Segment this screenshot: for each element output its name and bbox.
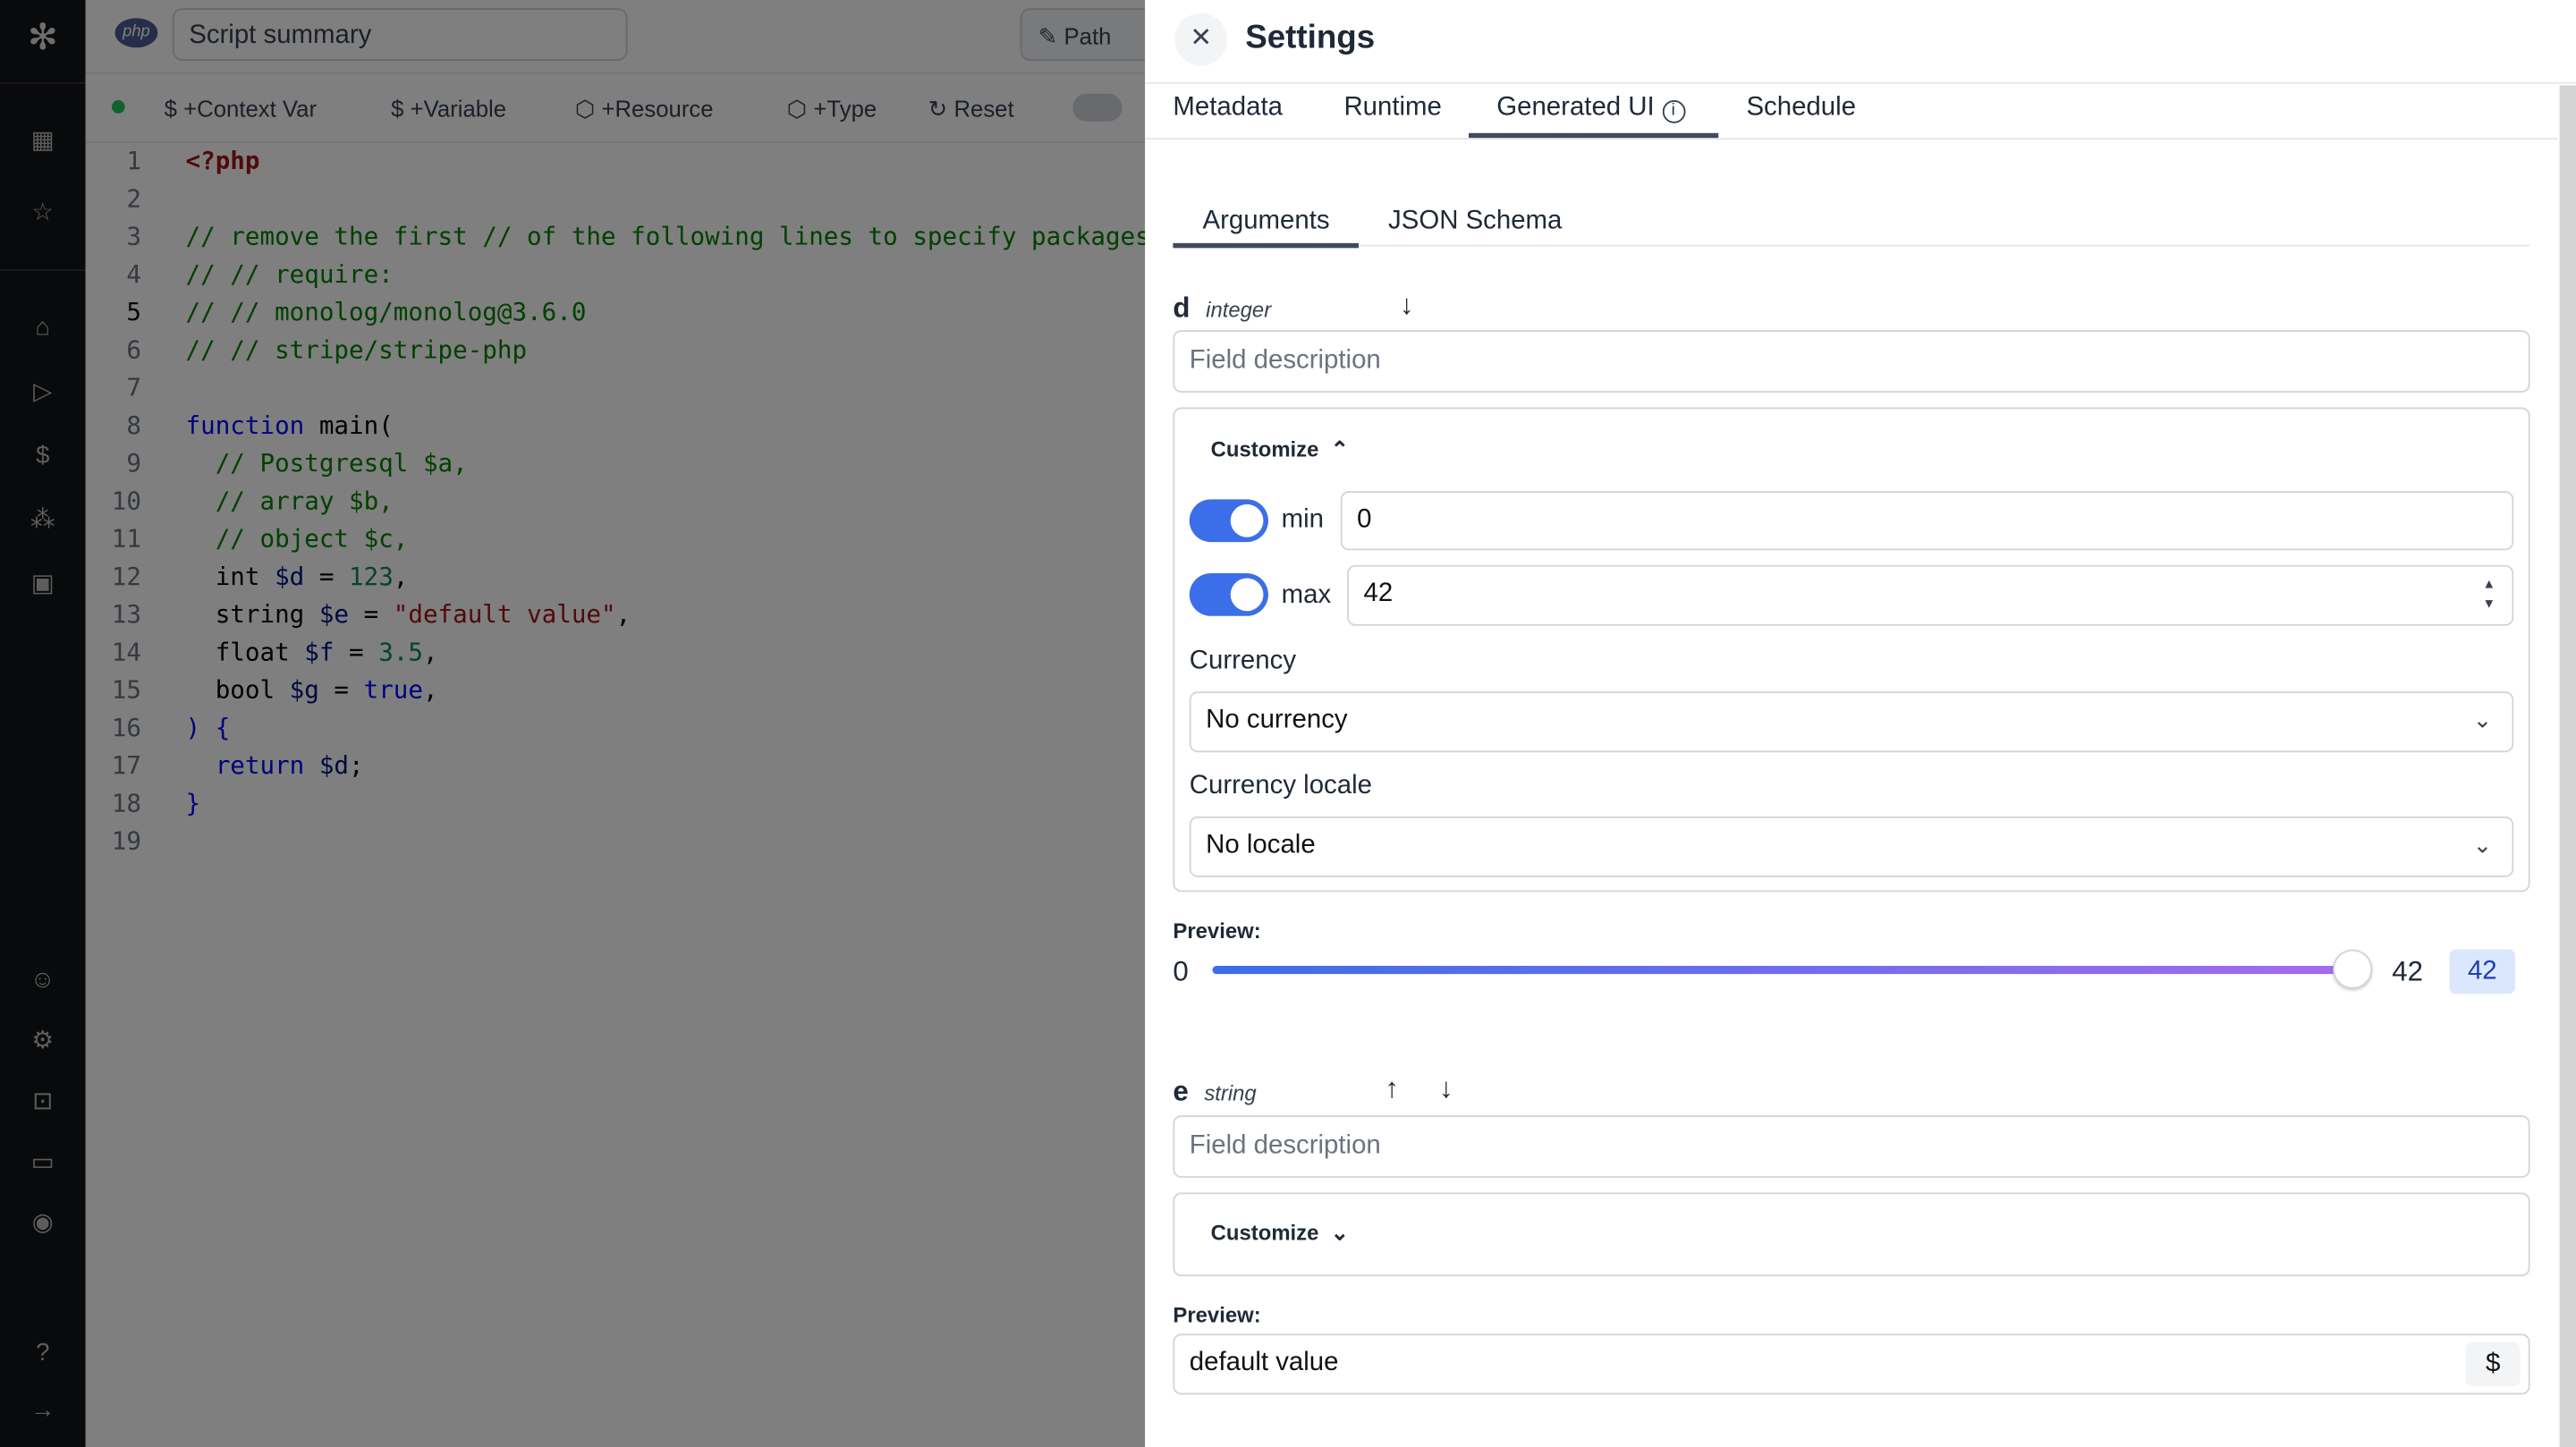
- preview-label: Preview:: [1173, 918, 1261, 944]
- field-name: d: [1173, 292, 1191, 324]
- modal-overlay[interactable]: [0, 0, 1146, 1447]
- currency-locale-label: Currency locale: [1189, 772, 1372, 800]
- currency-select[interactable]: No currency ⌄: [1189, 691, 2514, 753]
- settings-drawer: ✕ Settings Metadata Runtime Generated UI…: [1145, 0, 2576, 1447]
- customize-panel: [1173, 1192, 2530, 1277]
- move-down-icon[interactable]: ↓: [1400, 289, 1414, 322]
- field-name: e: [1173, 1076, 1189, 1107]
- field-description-input[interactable]: Field description: [1173, 1115, 2530, 1178]
- slider-value-badge: 42: [2449, 949, 2516, 994]
- chevron-down-icon: ⌄: [2472, 706, 2493, 733]
- min-label: min: [1281, 505, 1325, 534]
- subtab-arguments[interactable]: Arguments: [1202, 207, 1329, 236]
- field-type: integer: [1206, 297, 1272, 322]
- locale-select[interactable]: No locale ⌄: [1189, 816, 2514, 877]
- customize-toggle[interactable]: Customize ⌄: [1211, 1221, 1349, 1247]
- tab-schedule[interactable]: Schedule: [1746, 94, 1856, 123]
- tab-metadata[interactable]: Metadata: [1173, 94, 1283, 123]
- slider-max: 42: [2392, 955, 2424, 987]
- tab-runtime[interactable]: Runtime: [1343, 94, 1441, 123]
- slider-thumb[interactable]: [2333, 949, 2373, 989]
- close-icon[interactable]: ✕: [1174, 13, 1228, 66]
- customize-toggle[interactable]: Customize ⌃: [1211, 437, 1349, 463]
- field-type: string: [1204, 1080, 1257, 1106]
- chevron-down-icon: ⌄: [2472, 831, 2493, 858]
- chevron-up-icon: ⌃: [1325, 436, 1349, 462]
- spinner-icon[interactable]: ▲ ▼: [2482, 575, 2496, 614]
- move-down-icon[interactable]: ↓: [1439, 1072, 1453, 1105]
- subtab-json-schema[interactable]: JSON Schema: [1388, 207, 1562, 236]
- field-description-input[interactable]: Field description: [1173, 330, 2530, 393]
- drawer-title: Settings: [1245, 20, 1376, 56]
- min-input[interactable]: 0: [1340, 491, 2514, 551]
- slider-track[interactable]: [1212, 965, 2353, 975]
- scrollbar[interactable]: [2559, 85, 2576, 1447]
- max-input[interactable]: 42 ▲ ▼: [1347, 564, 2514, 626]
- max-toggle[interactable]: [1189, 573, 1268, 616]
- currency-label: Currency: [1189, 647, 1297, 675]
- preview-label: Preview:: [1173, 1302, 1261, 1328]
- tab-generated-ui[interactable]: Generated UI i: [1496, 94, 1685, 123]
- chevron-down-icon: ⌄: [1325, 1220, 1349, 1246]
- min-toggle[interactable]: [1189, 499, 1268, 543]
- info-icon: i: [1661, 100, 1685, 123]
- max-label: max: [1281, 581, 1332, 610]
- move-up-icon[interactable]: ↑: [1385, 1072, 1399, 1105]
- dollar-button[interactable]: $: [2465, 1341, 2521, 1387]
- preview-string-input[interactable]: default value $: [1173, 1333, 2530, 1395]
- slider-min: 0: [1173, 955, 1189, 987]
